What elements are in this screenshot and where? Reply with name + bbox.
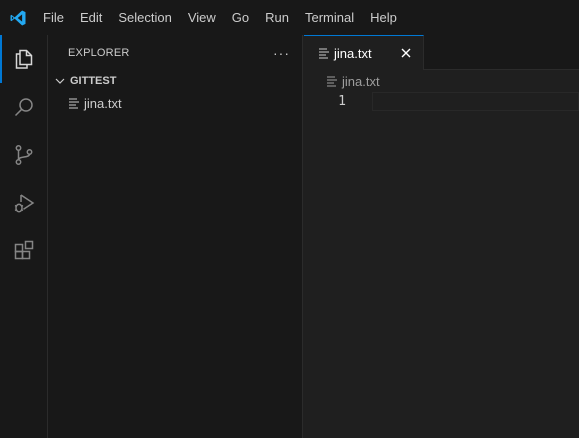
activity-run-debug[interactable] [0,179,48,227]
explorer-sidebar: EXPLORER ··· GITTEST jina.txt [48,35,303,438]
vscode-logo-icon [0,0,35,35]
menu-terminal[interactable]: Terminal [297,7,362,29]
breadcrumb-item-jina[interactable]: jina.txt [342,74,380,89]
editor-area: jina.txt jina.txt 1 [304,35,579,438]
menu-run[interactable]: Run [257,7,297,29]
menu-view[interactable]: View [180,7,224,29]
chevron-down-icon [55,78,65,84]
text-file-icon [319,48,329,59]
current-line-highlight [372,92,579,111]
more-actions-icon[interactable]: ··· [273,45,290,61]
title-bar: File Edit Selection View Go Run Terminal… [0,0,579,35]
file-label: jina.txt [84,95,122,111]
menu-edit[interactable]: Edit [72,7,110,29]
breadcrumb: jina.txt [304,70,579,92]
code-line[interactable]: 1 [304,92,579,111]
close-icon [401,48,411,58]
search-icon [14,98,33,117]
menu-bar: File Edit Selection View Go Run Terminal… [35,0,405,35]
source-control-icon [15,145,33,165]
menu-file[interactable]: File [35,7,72,29]
text-file-icon [327,76,337,87]
editor-tabs: jina.txt [304,35,579,70]
activity-explorer[interactable] [0,35,48,83]
run-debug-icon [14,194,35,213]
folder-label: GITTEST [70,75,117,87]
menu-help[interactable]: Help [362,7,405,29]
text-file-icon [69,98,79,109]
file-row-jina[interactable]: jina.txt [48,92,302,114]
menu-go[interactable]: Go [224,7,257,29]
tab-label: jina.txt [334,45,372,61]
activity-search[interactable] [0,83,48,131]
activity-extensions[interactable] [0,227,48,275]
activity-bar [0,35,48,438]
menu-selection[interactable]: Selection [110,7,179,29]
explorer-header: EXPLORER ··· [48,35,302,70]
explorer-title: EXPLORER [68,46,130,59]
close-tab-button[interactable] [397,44,415,62]
extensions-icon [14,240,34,260]
folder-row-gittest[interactable]: GITTEST [48,70,302,92]
files-icon [15,49,33,69]
tab-jina-txt[interactable]: jina.txt [304,35,424,70]
line-number: 1 [338,94,346,109]
activity-source-control[interactable] [0,131,48,179]
